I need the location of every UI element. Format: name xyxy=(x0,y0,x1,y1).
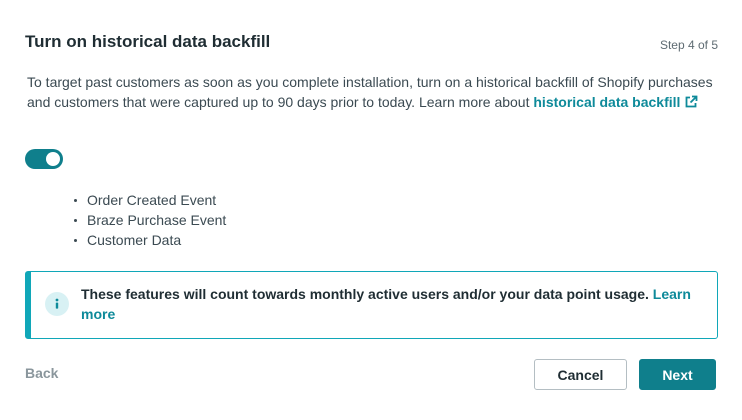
feature-list: Order Created Event Braze Purchase Event… xyxy=(74,190,226,250)
historical-backfill-link[interactable]: historical data backfill xyxy=(533,94,698,110)
list-item: Customer Data xyxy=(74,230,226,250)
step-indicator: Step 4 of 5 xyxy=(659,38,718,52)
feature-label: Customer Data xyxy=(87,232,182,248)
bullet-dot xyxy=(74,198,77,202)
feature-label: Braze Purchase Event xyxy=(87,212,227,228)
back-button[interactable]: Back xyxy=(25,365,58,381)
external-link-icon xyxy=(684,94,698,114)
toggle-knob xyxy=(46,152,60,166)
historical-backfill-link-label: historical data backfill xyxy=(533,94,681,110)
info-icon xyxy=(45,292,69,316)
bullet-dot xyxy=(74,238,77,242)
notice-text: These features will count towards monthl… xyxy=(81,286,653,302)
feature-label: Order Created Event xyxy=(87,192,217,208)
list-item: Braze Purchase Event xyxy=(74,210,226,230)
notice-text-block: These features will count towards monthl… xyxy=(81,284,711,324)
cancel-button[interactable]: Cancel xyxy=(534,359,627,390)
bullet-dot xyxy=(74,218,77,222)
backfill-toggle[interactable] xyxy=(25,149,63,169)
usage-notice: These features will count towards monthl… xyxy=(25,271,718,339)
backfill-step-panel: Turn on historical data backfill Step 4 … xyxy=(0,0,742,420)
list-item: Order Created Event xyxy=(74,190,226,210)
next-button[interactable]: Next xyxy=(639,359,716,390)
page-title: Turn on historical data backfill xyxy=(25,32,271,51)
description: To target past customers as soon as you … xyxy=(27,72,717,114)
